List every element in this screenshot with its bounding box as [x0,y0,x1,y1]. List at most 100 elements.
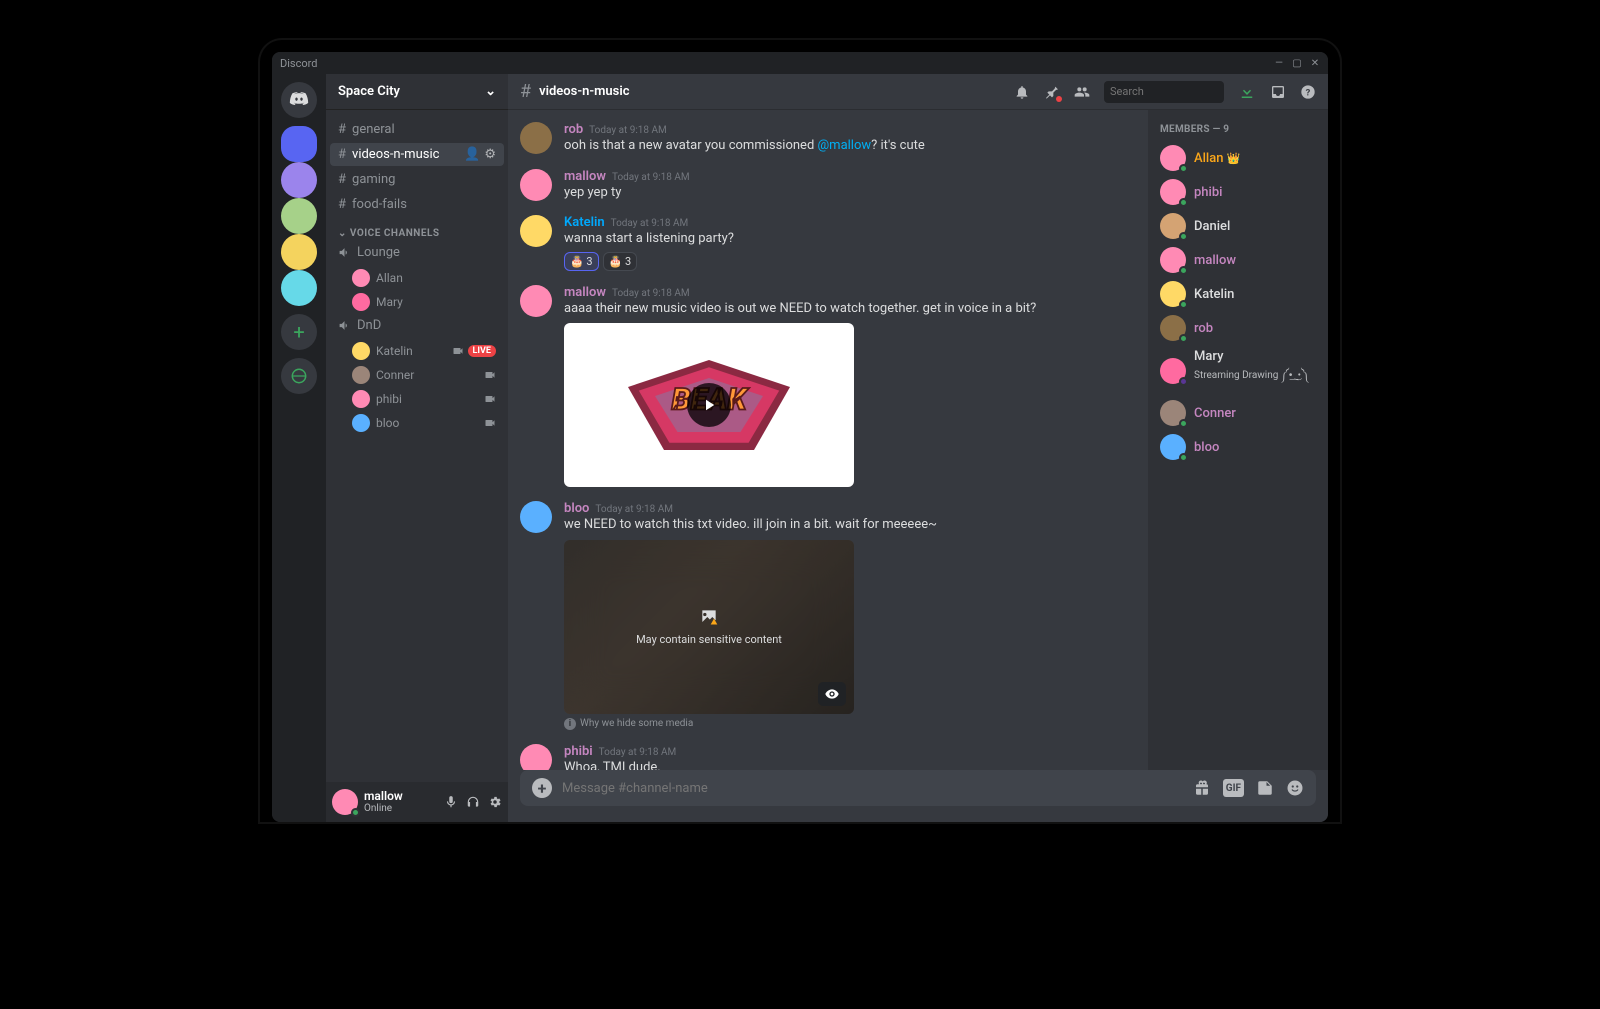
sticker-icon[interactable] [1256,779,1274,797]
message-text: wanna start a listening party? [564,230,1136,248]
text-channel[interactable]: #food-fails [330,193,504,216]
member-name: Conner [1194,406,1236,421]
server-icon[interactable] [281,234,317,270]
voice-channel[interactable]: DnD [330,314,504,337]
gif-button[interactable]: GIF [1223,779,1244,797]
mic-icon[interactable] [444,795,458,809]
voice-user[interactable]: bloo [330,411,504,435]
server-icon[interactable] [281,198,317,234]
home-button[interactable] [281,82,317,118]
speaker-icon [338,319,351,332]
user-name: mallow [364,790,403,803]
help-icon[interactable]: ? [1300,84,1316,100]
hash-icon: # [338,122,346,137]
avatar [1160,179,1186,205]
search-box[interactable] [1104,81,1224,103]
mention[interactable]: @mallow [818,138,872,153]
window-minimize[interactable]: — [1274,58,1284,68]
message: KatelinToday at 9:18 AMwanna start a lis… [520,211,1136,281]
message-author[interactable]: mallow [564,285,606,300]
reaction[interactable]: 🎂 3 [603,252,638,271]
inbox-icon[interactable] [1270,84,1286,100]
voice-user[interactable]: Mary [330,290,504,314]
member-item[interactable]: bloo [1154,430,1322,464]
member-name: rob [1194,321,1213,336]
member-item[interactable]: phibi [1154,175,1322,209]
message: phibiToday at 9:18 AMWhoa, TMI dude. [520,740,1136,770]
avatar [352,366,370,384]
message-text: aaaa their new music video is out we NEE… [564,300,1136,318]
avatar[interactable] [520,285,552,317]
server-icon[interactable] [281,270,317,306]
window-close[interactable]: ✕ [1310,58,1320,68]
avatar[interactable] [520,215,552,247]
invite-icon[interactable]: 👤 [464,147,480,162]
member-activity: Streaming Drawing ༼•͟ ͜ •༽ [1194,364,1308,392]
message-timestamp: Today at 9:18 AM [612,172,690,183]
avatar [1160,247,1186,273]
member-item[interactable]: Allan 👑 [1154,141,1322,175]
message-author[interactable]: phibi [564,744,593,759]
avatar[interactable] [520,122,552,154]
pin-icon[interactable] [1044,84,1060,100]
notifications-icon[interactable] [1014,84,1030,100]
members-icon[interactable] [1074,84,1090,100]
message-input[interactable] [562,781,1183,796]
member-item[interactable]: Daniel [1154,209,1322,243]
message-author[interactable]: mallow [564,169,606,184]
gift-icon[interactable] [1193,779,1211,797]
server-header[interactable]: Space City ⌄ [326,74,508,110]
user-status: Online [364,803,403,814]
video-embed[interactable]: BEAK [564,323,854,487]
reaction[interactable]: 🎂 3 [564,252,599,271]
message-author[interactable]: bloo [564,501,589,516]
play-button[interactable] [687,383,731,427]
text-channel[interactable]: #videos-n-music👤⚙ [330,143,504,166]
member-item[interactable]: Katelin [1154,277,1322,311]
headphones-icon[interactable] [466,795,480,809]
search-input[interactable] [1110,85,1250,98]
avatar[interactable] [520,501,552,533]
member-item[interactable]: Mary Streaming Drawing ༼•͟ ͜ •༽ [1154,345,1322,396]
voice-channel[interactable]: Lounge [330,241,504,264]
member-item[interactable]: mallow [1154,243,1322,277]
speaker-icon [338,246,351,259]
avatar[interactable] [520,169,552,201]
reveal-button[interactable] [818,682,846,706]
voice-channels-header[interactable]: ⌄VOICE CHANNELS [330,218,504,241]
server-icon[interactable] [281,126,317,162]
avatar [1160,281,1186,307]
avatar [352,414,370,432]
gear-icon[interactable]: ⚙ [484,147,496,162]
message-input-box[interactable]: + GIF [520,770,1316,806]
voice-user[interactable]: Conner [330,363,504,387]
server-icon[interactable] [281,162,317,198]
window-maximize[interactable]: ▢ [1292,58,1302,68]
avatar[interactable] [520,744,552,770]
text-channel[interactable]: #gaming [330,168,504,191]
message-text: Whoa, TMI dude. [564,759,1136,770]
avatar [352,269,370,287]
voice-user[interactable]: KatelinLIVE [330,339,504,363]
message-author[interactable]: Katelin [564,215,605,230]
hide-media-link[interactable]: iWhy we hide some media [564,718,1136,730]
text-channel[interactable]: #general [330,118,504,141]
member-name: Daniel [1194,219,1230,234]
avatar [1160,400,1186,426]
user-avatar[interactable] [332,789,358,815]
add-server-button[interactable]: + [281,314,317,350]
avatar [1160,145,1186,171]
voice-user[interactable]: Allan [330,266,504,290]
settings-icon[interactable] [488,795,502,809]
member-item[interactable]: rob [1154,311,1322,345]
explore-button[interactable] [281,358,317,394]
avatar [352,293,370,311]
attach-button[interactable]: + [532,778,552,798]
emoji-icon[interactable] [1286,779,1304,797]
hash-icon: # [338,147,346,162]
voice-user[interactable]: phibi [330,387,504,411]
member-item[interactable]: Conner [1154,396,1322,430]
message-author[interactable]: rob [564,122,583,137]
sensitive-embed: May contain sensitive content [564,540,854,714]
download-icon[interactable] [1238,83,1256,101]
